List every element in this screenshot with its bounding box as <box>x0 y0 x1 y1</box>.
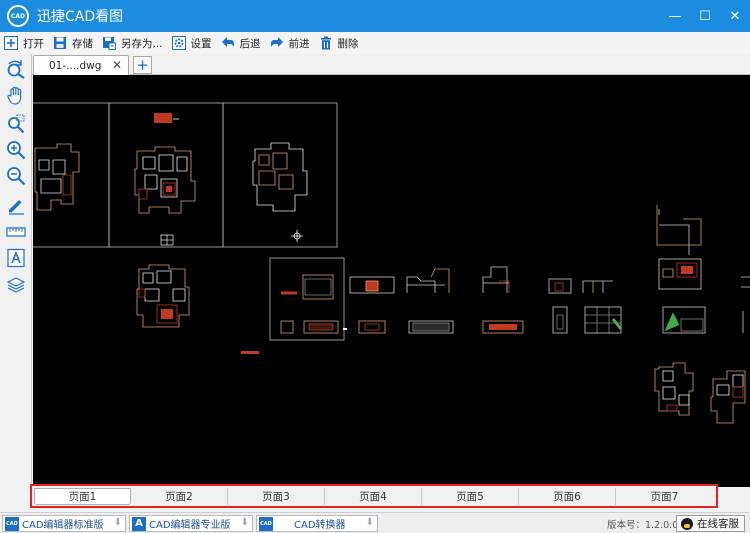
app-logo-text: CAD <box>10 12 26 20</box>
download-icon[interactable]: ⬇ <box>366 517 374 528</box>
layout-tab-3[interactable]: 页面3 <box>228 488 325 505</box>
cad-editor-pro-label: CAD编辑器专业版 <box>149 520 231 531</box>
back-button[interactable]: 后退 <box>221 36 261 51</box>
gear-icon <box>171 36 186 50</box>
cad-editor-standard-label: CAD编辑器标准版 <box>22 520 104 531</box>
document-tab-label: 01-....dwg <box>49 59 102 72</box>
layout-tab-2[interactable]: 页面2 <box>131 488 228 505</box>
layout-tab-1[interactable]: 页面1 <box>34 488 131 505</box>
detail-sheet-1 <box>280 274 347 334</box>
save-as-button[interactable]: 另存为... <box>102 36 163 51</box>
tool-palette <box>0 54 32 487</box>
layout-tab-6[interactable]: 页面6 <box>519 488 616 505</box>
settings-button[interactable]: 设置 <box>171 36 212 51</box>
text-icon <box>7 248 25 268</box>
zoom-window-icon <box>8 114 25 134</box>
online-service-label: 在线客服 <box>697 518 739 530</box>
title-bar: CAD 迅捷CAD看图 — ☐ ✕ <box>0 0 750 32</box>
drawing-canvas[interactable] <box>33 75 750 487</box>
cad-converter-label: CAD转换器 <box>294 520 346 531</box>
qq-penguin-icon <box>681 517 693 530</box>
forward-label: 前进 <box>288 37 310 50</box>
document-tab-bar: 01-....dwg ✕ + <box>32 54 750 75</box>
layout-tab-7[interactable]: 页面7 <box>616 488 713 505</box>
minimize-button[interactable]: — <box>660 0 690 32</box>
layers-icon <box>6 277 26 293</box>
download-icon[interactable]: ⬇ <box>114 517 122 528</box>
section-row <box>358 306 744 334</box>
download-icon[interactable]: ⬇ <box>241 517 249 528</box>
zoom-in-icon <box>7 141 26 160</box>
toolbar: 打开 存储 另存为... 设置 后退 前进 删除 <box>0 32 750 54</box>
open-button[interactable]: 打开 <box>4 36 44 51</box>
draw-button[interactable] <box>4 194 28 216</box>
cad-pro-logo-icon: A <box>132 516 146 531</box>
close-button[interactable]: ✕ <box>720 0 750 32</box>
pencil-icon <box>9 200 24 215</box>
maximize-button[interactable]: ☐ <box>690 0 720 32</box>
zoom-out-icon <box>7 167 26 186</box>
cad-editor-standard-link[interactable]: CAD CAD编辑器标准版 ⬇ <box>2 515 126 532</box>
measure-icon <box>6 227 26 237</box>
layout-tab-5[interactable]: 页面5 <box>422 488 519 505</box>
delete-button[interactable]: 删除 <box>319 36 359 51</box>
sheet-frame-2 <box>108 102 224 248</box>
rotate-view-icon <box>7 60 25 79</box>
floor-plan-5 <box>654 362 746 424</box>
back-label: 后退 <box>239 37 261 50</box>
window-title: 迅捷CAD看图 <box>37 9 124 25</box>
delete-label: 删除 <box>337 37 359 50</box>
zoom-window-button[interactable] <box>4 113 28 135</box>
add-tab-button[interactable]: + <box>133 56 152 74</box>
cad-converter-logo-icon: CAD <box>259 516 273 531</box>
cad-converter-link[interactable]: CAD CAD转换器 ⬇ <box>256 515 378 532</box>
text-button[interactable] <box>4 247 28 269</box>
trash-icon <box>320 36 331 50</box>
save-button[interactable]: 存储 <box>53 36 93 51</box>
arrow-back-icon <box>221 37 234 48</box>
app-logo-icon: CAD <box>7 5 29 27</box>
save-label: 存储 <box>72 37 93 50</box>
save-as-icon <box>103 37 116 50</box>
open-label: 打开 <box>23 37 44 50</box>
forward-button[interactable]: 前进 <box>270 36 310 51</box>
floppy-disk-icon <box>54 37 66 49</box>
zoom-out-button[interactable] <box>4 165 28 187</box>
layout-tab-4[interactable]: 页面4 <box>325 488 422 505</box>
floor-plan-2 <box>134 113 196 246</box>
cad-drawing <box>33 102 750 424</box>
zoom-in-button[interactable] <box>4 139 28 161</box>
rotate-view-button[interactable] <box>4 58 28 80</box>
status-bar: CAD CAD编辑器标准版 ⬇ A CAD编辑器专业版 ⬇ CAD CAD转换器… <box>0 512 750 533</box>
online-service-button[interactable]: 在线客服 <box>676 515 745 532</box>
arrow-forward-icon <box>270 37 283 48</box>
elevation-row <box>349 205 750 294</box>
floor-plan-1 <box>34 143 80 211</box>
save-as-label: 另存为... <box>121 37 163 50</box>
window-controls: — ☐ ✕ <box>660 0 750 32</box>
plus-icon <box>4 36 18 50</box>
layout-tab-bar: 页面1 页面2 页面3 页面4 页面5 页面6 页面7 <box>30 484 718 508</box>
floor-plan-3 <box>252 142 308 242</box>
pan-hand-icon <box>7 86 22 105</box>
cad-logo-icon: CAD <box>5 516 19 531</box>
measure-button[interactable] <box>4 221 28 243</box>
settings-label: 设置 <box>190 37 212 50</box>
document-tab[interactable]: 01-....dwg ✕ <box>33 55 129 75</box>
floor-plan-4 <box>136 264 259 354</box>
close-tab-icon[interactable]: ✕ <box>112 58 122 72</box>
layers-button[interactable] <box>4 273 28 295</box>
pan-button[interactable] <box>4 85 28 107</box>
cad-editor-pro-link[interactable]: A CAD编辑器专业版 ⬇ <box>129 515 253 532</box>
version-text: 版本号：1.2.0.0 <box>607 520 679 531</box>
